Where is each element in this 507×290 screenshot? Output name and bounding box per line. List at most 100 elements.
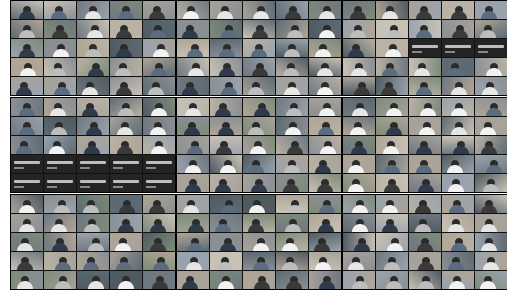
participant-video-tile (442, 252, 474, 270)
participant-video-tile (243, 252, 275, 270)
participant-video-tile (110, 58, 142, 76)
participant-video-tile (210, 1, 242, 19)
blurred-subtext-placeholder (80, 186, 90, 188)
participant-video-tile (309, 195, 341, 213)
participant-video-tile (309, 155, 341, 173)
participant-video-tile (77, 77, 109, 95)
participant-video-tile (177, 1, 209, 19)
participant-video-tile (409, 233, 441, 251)
participant-video-tile (11, 20, 43, 38)
participant-video-tile (343, 271, 375, 289)
participant-video-tile (442, 214, 474, 232)
participant-video-tile (343, 77, 375, 95)
blurred-name-placeholder (80, 180, 106, 183)
participant-video-tile (409, 195, 441, 213)
participant-grid (177, 195, 341, 289)
video-call-collage (10, 0, 507, 290)
participant-video-tile (409, 214, 441, 232)
participant-video-tile (309, 271, 341, 289)
gallery-screenshot-bottom-center (176, 194, 342, 290)
participant-grid (177, 1, 341, 95)
participant-video-tile (177, 98, 209, 116)
participant-video-tile (44, 252, 76, 270)
blurred-subtext-placeholder (113, 186, 123, 188)
participant-video-tile (177, 214, 209, 232)
participant-video-tile (44, 77, 76, 95)
blurred-subtext-placeholder (47, 186, 57, 188)
participant-video-tile (442, 58, 474, 76)
gallery-screenshot-top-left (10, 0, 176, 96)
participant-video-tile (409, 98, 441, 116)
participant-video-tile (143, 98, 175, 116)
participant-video-tile (442, 174, 474, 192)
camera-off-tile (77, 174, 109, 192)
participant-video-tile (475, 233, 507, 251)
participant-video-tile (376, 233, 408, 251)
participant-video-tile (77, 233, 109, 251)
camera-off-tile (77, 155, 109, 173)
participant-video-tile (77, 195, 109, 213)
participant-video-tile (210, 252, 242, 270)
participant-video-tile (210, 233, 242, 251)
participant-video-tile (276, 136, 308, 154)
gallery-screenshot-top-center (176, 0, 342, 96)
camera-off-tile (110, 174, 142, 192)
participant-video-tile (376, 39, 408, 57)
participant-video-tile (143, 233, 175, 251)
participant-video-tile (409, 136, 441, 154)
participant-video-tile (210, 195, 242, 213)
participant-video-tile (11, 252, 43, 270)
participant-video-tile (44, 117, 76, 135)
participant-video-tile (77, 98, 109, 116)
participant-video-tile (210, 271, 242, 289)
participant-video-tile (210, 155, 242, 173)
participant-video-tile (376, 174, 408, 192)
participant-video-tile (210, 58, 242, 76)
gallery-screenshot-top-right (342, 0, 507, 96)
participant-video-tile (276, 98, 308, 116)
participant-video-tile (210, 136, 242, 154)
participant-video-tile (177, 77, 209, 95)
camera-off-tile (409, 39, 441, 57)
participant-video-tile (409, 117, 441, 135)
participant-video-tile (442, 233, 474, 251)
participant-grid (11, 1, 175, 95)
gallery-screenshot-bottom-right (342, 194, 507, 290)
participant-video-tile (343, 155, 375, 173)
participant-video-tile (143, 214, 175, 232)
participant-video-tile (442, 77, 474, 95)
blurred-subtext-placeholder (80, 167, 90, 169)
participant-video-tile (475, 252, 507, 270)
blurred-subtext-placeholder (478, 51, 488, 53)
participant-video-tile (475, 1, 507, 19)
participant-video-tile (210, 39, 242, 57)
participant-video-tile (309, 58, 341, 76)
participant-video-tile (343, 195, 375, 213)
participant-video-tile (343, 174, 375, 192)
participant-video-tile (376, 252, 408, 270)
participant-video-tile (243, 155, 275, 173)
participant-video-tile (110, 39, 142, 57)
participant-video-tile (276, 252, 308, 270)
blurred-name-placeholder (14, 180, 40, 183)
camera-off-tile (143, 174, 175, 192)
participant-video-tile (110, 252, 142, 270)
participant-video-tile (442, 98, 474, 116)
participant-video-tile (343, 20, 375, 38)
participant-video-tile (309, 252, 341, 270)
participant-video-tile (409, 1, 441, 19)
blurred-name-placeholder (113, 180, 139, 183)
participant-video-tile (343, 39, 375, 57)
participant-video-tile (409, 58, 441, 76)
participant-video-tile (309, 233, 341, 251)
participant-video-tile (110, 1, 142, 19)
participant-video-tile (44, 1, 76, 19)
blurred-subtext-placeholder (146, 186, 156, 188)
participant-video-tile (44, 20, 76, 38)
participant-grid (11, 98, 175, 192)
participant-video-tile (243, 271, 275, 289)
participant-video-tile (243, 20, 275, 38)
participant-video-tile (177, 195, 209, 213)
participant-video-tile (243, 39, 275, 57)
participant-video-tile (44, 195, 76, 213)
